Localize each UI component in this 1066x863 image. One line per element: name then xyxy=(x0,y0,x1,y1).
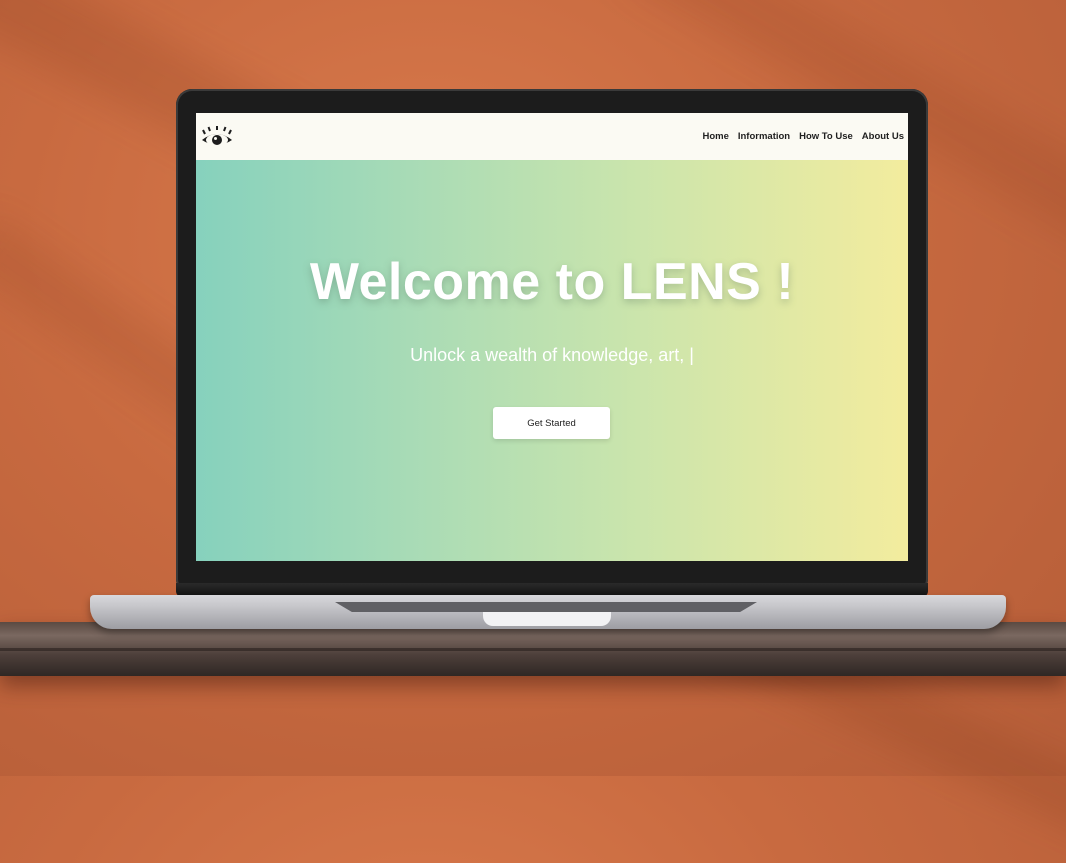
nav-links: Home Information How To Use About Us xyxy=(702,131,904,142)
hero-section: Welcome to LENS ! Unlock a wealth of kno… xyxy=(196,160,908,561)
nav-link-home[interactable]: Home xyxy=(702,131,728,142)
shelf-edge xyxy=(0,648,1066,651)
hero-subtitle: Unlock a wealth of knowledge, art, | xyxy=(410,345,694,365)
hero-title: Welcome to LENS ! xyxy=(309,253,795,311)
get-started-button[interactable]: Get Started xyxy=(493,407,610,439)
laptop-thumb-notch xyxy=(483,612,611,626)
laptop-screen: Home Information How To Use About Us Wel… xyxy=(196,113,908,561)
laptop-keyboard-edge xyxy=(335,602,757,612)
nav-link-information[interactable]: Information xyxy=(738,131,790,142)
nav-link-how-to-use[interactable]: How To Use xyxy=(799,131,853,142)
eye-icon[interactable] xyxy=(200,125,234,149)
nav-link-about-us[interactable]: About Us xyxy=(862,131,904,142)
site-navbar: Home Information How To Use About Us xyxy=(196,113,908,160)
